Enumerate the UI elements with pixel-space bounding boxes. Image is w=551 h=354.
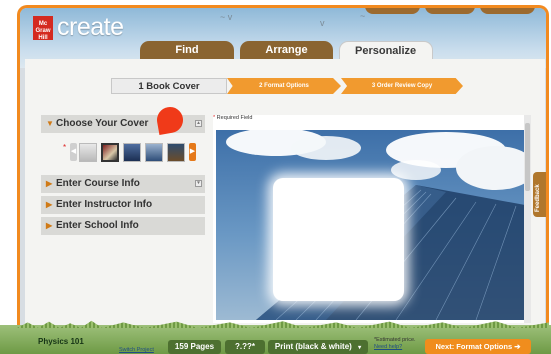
chevron-right-icon: ▶	[46, 200, 53, 209]
feedback-tab[interactable]: Feedback	[533, 172, 546, 217]
need-help-link[interactable]: Need help?	[374, 344, 402, 350]
cover-preview: * Required Field	[213, 115, 531, 323]
chevron-down-icon: ▾	[358, 345, 362, 351]
cover-thumbnail[interactable]	[123, 143, 141, 162]
main-tabs: Find Content Arrange Personalize	[140, 41, 433, 74]
cover-thumbnail[interactable]	[145, 143, 163, 162]
required-marker: *	[63, 143, 67, 152]
tab-personalize[interactable]: Personalize	[339, 41, 433, 59]
accordion-course-info[interactable]: ▶ Enter Course Info ▾	[41, 175, 205, 193]
header-link[interactable]	[480, 8, 535, 14]
feedback-label: Feedback	[535, 184, 541, 212]
accordion-label: Enter Course Info	[56, 178, 140, 189]
tab-arrange[interactable]: Arrange	[240, 41, 333, 59]
cover-thumbnail[interactable]	[79, 143, 97, 162]
price: ?.??*	[225, 340, 265, 354]
cover-thumbnail[interactable]	[167, 143, 185, 162]
personalize-panel: 1 Book Cover 2 Format Options 3 Order Re…	[25, 59, 545, 332]
app-logo: Mc Graw Hill create	[33, 13, 124, 42]
photo-placeholder[interactable]	[273, 178, 404, 301]
app-frame: ~ v v ~ Mc Graw Hill create Find Content…	[17, 5, 549, 354]
cover-prev-button[interactable]: ◀	[70, 143, 77, 161]
switch-project-link[interactable]: Switch Project	[119, 347, 154, 353]
accordion-label: Enter Instructor Info	[56, 199, 153, 210]
preview-scrollbar[interactable]	[524, 115, 531, 323]
wizard-steps: 1 Book Cover 2 Format Options 3 Order Re…	[111, 78, 463, 94]
accordion-label: Choose Your Cover	[56, 118, 149, 129]
chevron-right-icon: ▶	[46, 179, 53, 188]
app-name: create	[57, 13, 124, 41]
print-option-value: Print (black & white)	[274, 342, 352, 351]
cover-options-sidebar: ▼ Choose Your Cover ▴ * ◀ ▶ ▶ Enter Cour…	[41, 115, 205, 238]
step-format-options[interactable]: 2 Format Options	[227, 78, 341, 94]
header-link[interactable]	[365, 8, 420, 14]
page-count: 159 Pages	[168, 340, 221, 354]
required-field-note: * Required Field	[213, 115, 252, 121]
cover-next-button[interactable]: ▶	[189, 143, 196, 161]
project-name: Physics 101	[38, 337, 84, 346]
required-field-label: Required Field	[216, 115, 253, 121]
chevron-down-icon: ▼	[46, 119, 54, 128]
publisher-logo-icon: Mc Graw Hill	[33, 15, 53, 41]
step-order-review-copy[interactable]: 3 Order Review Copy	[341, 78, 463, 94]
required-marker: *	[213, 115, 216, 121]
cover-thumbnail-selected[interactable]	[101, 143, 119, 162]
chevron-right-icon: ▶	[46, 221, 53, 230]
next-format-options-button[interactable]: Next: Format Options ➔	[425, 339, 531, 354]
cover-thumbnails: * ◀ ▶	[41, 136, 205, 172]
accordion-instructor-info[interactable]: ▶ Enter Instructor Info	[41, 196, 205, 214]
tab-find-content[interactable]: Find Content	[140, 41, 234, 74]
estimated-price-note: *Estimated price. Need help?	[374, 337, 416, 351]
collapse-icon[interactable]: ▴	[195, 120, 202, 127]
step-book-cover[interactable]: 1 Book Cover	[111, 78, 227, 94]
accordion-school-info[interactable]: ▶ Enter School Info	[41, 217, 205, 235]
expand-icon[interactable]: ▾	[195, 180, 202, 187]
cover-image	[216, 130, 525, 320]
print-option-select[interactable]: Print (black & white) ▾	[268, 340, 368, 354]
header-link[interactable]	[425, 8, 475, 14]
scrollbar-thumb[interactable]	[525, 123, 530, 191]
accordion-label: Enter School Info	[56, 220, 139, 231]
estimated-label: *Estimated price.	[374, 337, 416, 343]
